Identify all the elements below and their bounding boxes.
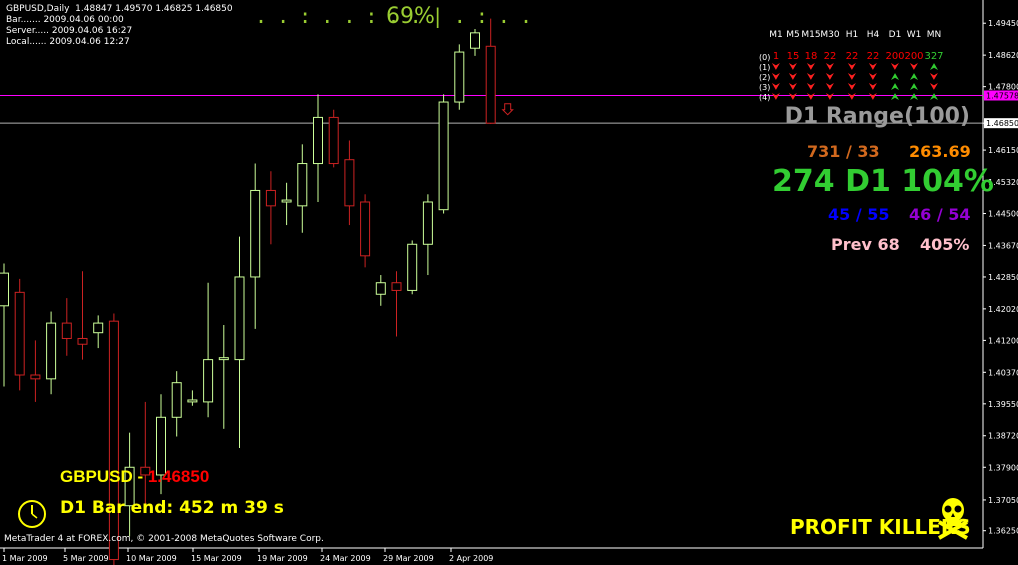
candle-bear bbox=[344, 159, 355, 207]
x-tick-label: 1 Mar 2009 bbox=[2, 554, 48, 563]
clock-icon bbox=[18, 500, 46, 528]
candle-bull bbox=[218, 357, 229, 361]
symbol-name: GBPUSD - bbox=[60, 467, 148, 486]
info-bar-time: Bar....... 2009.04.06 00:00 bbox=[6, 15, 124, 25]
candle-bull bbox=[438, 101, 449, 211]
candle-bear bbox=[265, 189, 276, 207]
candle-bear bbox=[30, 374, 41, 380]
candle-bull bbox=[187, 399, 198, 403]
candle-bull bbox=[281, 199, 292, 203]
candle-bull bbox=[250, 189, 261, 278]
y-tick-label: 1.37900 bbox=[988, 463, 1018, 472]
candle-bull bbox=[203, 359, 214, 403]
tf-count: 327 bbox=[924, 51, 944, 62]
y-tick-label: 1.48620 bbox=[988, 51, 1018, 60]
y-tick-label: 1.41200 bbox=[988, 336, 1018, 345]
price-tag-label: 1.47578 bbox=[986, 91, 1018, 100]
candle-bull bbox=[171, 382, 182, 418]
x-tick-label: 10 Mar 2009 bbox=[126, 554, 177, 563]
candle-bull bbox=[297, 163, 308, 207]
y-tick-label: 1.40370 bbox=[988, 368, 1018, 377]
copyright-text: MetaTrader 4 at FOREX.com, © 2001-2008 M… bbox=[4, 534, 324, 544]
stat-row3-right: 46 / 54 bbox=[909, 205, 971, 224]
current-price: 1.46850 bbox=[147, 467, 210, 486]
y-tick-label: 1.46150 bbox=[988, 146, 1018, 155]
candle-bull bbox=[422, 201, 433, 245]
tf-header-h4: H4 bbox=[866, 30, 880, 40]
arrow-down-icon: ⮟ bbox=[847, 92, 857, 103]
info-local-time: Local...... 2009.04.06 12:27 bbox=[6, 37, 130, 47]
x-tick-label: 19 Mar 2009 bbox=[257, 554, 308, 563]
x-tick-label: 2 Apr 2009 bbox=[449, 554, 493, 563]
tf-count: 200 bbox=[904, 51, 924, 62]
y-tick-label: 1.37050 bbox=[988, 496, 1018, 505]
y-tick-label: 1.39550 bbox=[988, 400, 1018, 409]
x-tick-label: 5 Mar 2009 bbox=[63, 554, 109, 563]
candle-bear bbox=[360, 201, 371, 257]
range-title: D1 Range(100) bbox=[784, 104, 970, 129]
candle-bear bbox=[108, 320, 119, 561]
candle-bull bbox=[93, 322, 104, 334]
x-tick-label: 29 Mar 2009 bbox=[383, 554, 434, 563]
y-tick-label: 1.43670 bbox=[988, 241, 1018, 250]
candle-bull bbox=[234, 276, 245, 361]
x-tick-label: 24 Mar 2009 bbox=[320, 554, 371, 563]
tf-count: 22 bbox=[823, 51, 837, 62]
y-tick-label: 1.42020 bbox=[988, 305, 1018, 314]
x-tick-label: 15 Mar 2009 bbox=[191, 554, 242, 563]
candle-bull bbox=[46, 322, 57, 380]
skull-crossbones-icon bbox=[938, 498, 968, 540]
y-tick-label: 1.42850 bbox=[988, 273, 1018, 282]
arrow-down-icon: ⮟ bbox=[868, 92, 878, 103]
price-tag-label: 1.46850 bbox=[986, 119, 1018, 128]
candle-bear bbox=[391, 282, 402, 291]
stat-row1-right: 263.69 bbox=[909, 142, 971, 161]
candle-bear bbox=[61, 322, 72, 339]
y-tick-label: 1.44500 bbox=[988, 210, 1018, 219]
symbol-price-label: GBPUSD - 1.46850 bbox=[60, 467, 209, 487]
tf-header-w1: W1 bbox=[906, 30, 922, 40]
candle-bull bbox=[0, 272, 9, 307]
candle-bull bbox=[454, 51, 465, 103]
tf-count: 22 bbox=[866, 51, 880, 62]
candle-bull bbox=[313, 116, 323, 165]
bar-end-countdown: D1 Bar end: 452 m 39 s bbox=[60, 498, 284, 518]
y-tick-label: 1.49450 bbox=[988, 19, 1018, 28]
arrow-up-icon: ⮝ bbox=[909, 92, 919, 103]
stat-d1-main: 274 D1 104% bbox=[772, 164, 994, 199]
candle-bull bbox=[375, 282, 386, 295]
candle-bear bbox=[485, 45, 496, 124]
sell-arrow-icon bbox=[501, 103, 514, 116]
info-symbol-ohlc: GBPUSD,Daily 1.48847 1.49570 1.46825 1.4… bbox=[6, 4, 233, 14]
stat-row3-left: 45 / 55 bbox=[828, 205, 890, 224]
stat-prev-percent: 405% bbox=[920, 235, 970, 254]
y-tick-label: 1.36250 bbox=[988, 527, 1018, 536]
tf-header-m30: M30 bbox=[820, 30, 840, 40]
bar-progress-percent: 69% bbox=[386, 4, 435, 29]
stat-row1-left: 731 / 33 bbox=[807, 142, 880, 161]
candle-bear bbox=[328, 116, 339, 165]
chart-window: 1.494501.486201.478001.468501.461501.453… bbox=[0, 0, 1018, 565]
tf-header-h1: H1 bbox=[845, 30, 859, 40]
candle-bear bbox=[77, 337, 88, 345]
candle-bear bbox=[14, 291, 25, 376]
candle-bull bbox=[407, 243, 418, 291]
candle-bull bbox=[470, 32, 480, 49]
tf-header-mn: MN bbox=[926, 30, 942, 40]
y-tick-label: 1.47800 bbox=[988, 83, 1018, 92]
info-server-time: Server..... 2009.04.06 16:27 bbox=[6, 26, 133, 36]
y-tick-label: 1.38720 bbox=[988, 432, 1018, 441]
arrow-up-icon: ⮝ bbox=[929, 92, 939, 103]
arrow-down-icon: ⮟ bbox=[825, 92, 835, 103]
tf-count: 22 bbox=[845, 51, 859, 62]
stat-prev: Prev 68 bbox=[831, 235, 900, 254]
